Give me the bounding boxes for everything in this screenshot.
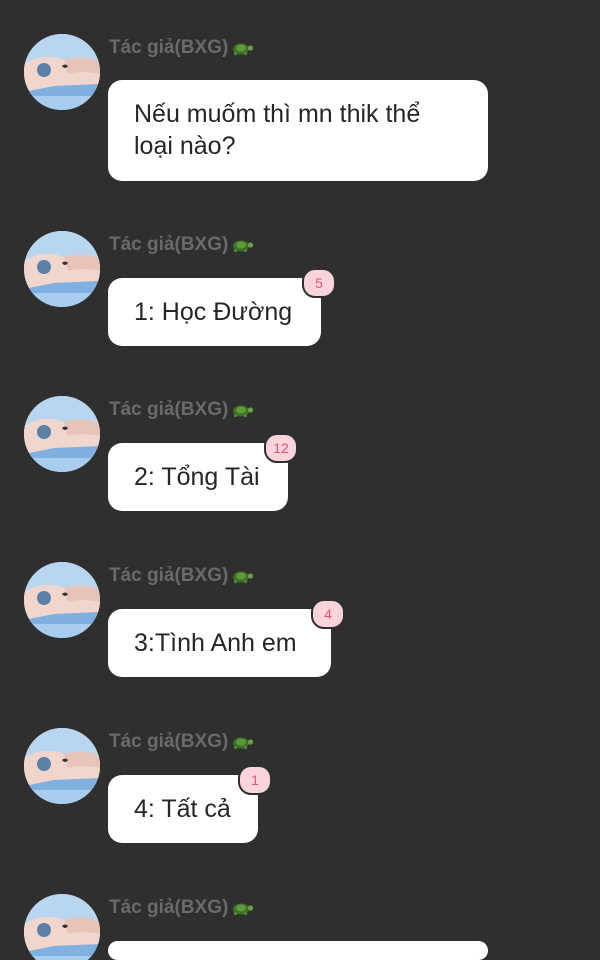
message-text: 4: Tất cả <box>134 795 231 823</box>
turtle-icon <box>233 405 254 417</box>
turtle-icon <box>233 571 254 583</box>
message-text: 3:Tình Anh em <box>134 629 297 657</box>
sender-name-text: Tác giả(BXG) <box>109 399 229 420</box>
avatar-image <box>24 231 100 307</box>
reaction-count-badge[interactable]: 5 <box>302 268 336 298</box>
sender-name-text: Tác giả(BXG) <box>109 37 229 58</box>
reaction-count-badge[interactable]: 12 <box>264 433 298 463</box>
avatar[interactable] <box>24 562 100 638</box>
avatar-image <box>24 562 100 638</box>
avatar-image <box>24 728 100 804</box>
message-bubble[interactable]: 3:Tình Anh em <box>108 609 331 677</box>
sender-name: Tác giả(BXG) <box>109 565 254 587</box>
message-bubble[interactable]: Nếu muốm thì mn thik thể loại nào? <box>108 80 488 181</box>
sender-name: Tác giả(BXG) <box>109 897 254 919</box>
message-text-line1: Nếu muốm thì mn thik thể <box>134 100 421 128</box>
sender-name: Tác giả(BXG) <box>109 399 254 421</box>
avatar[interactable] <box>24 396 100 472</box>
sender-name: Tác giả(BXG) <box>109 37 254 59</box>
chat-screen: Tác giả(BXG) Nếu muốm thì mn thik thể lo… <box>0 0 600 960</box>
message-text-line2: loại nào? <box>134 132 236 160</box>
message-bubble[interactable]: 1: Học Đường <box>108 278 321 346</box>
avatar[interactable] <box>24 231 100 307</box>
reaction-count-badge[interactable]: 1 <box>238 765 272 795</box>
avatar-image <box>24 34 100 110</box>
avatar-image <box>24 894 100 960</box>
sender-name: Tác giả(BXG) <box>109 234 254 256</box>
avatar-image <box>24 396 100 472</box>
message-bubble[interactable]: 2: Tổng Tài <box>108 443 288 511</box>
turtle-icon <box>233 43 254 55</box>
message-text: 2: Tổng Tài <box>134 463 260 491</box>
sender-name-text: Tác giả(BXG) <box>109 565 229 586</box>
message-bubble[interactable] <box>108 941 488 960</box>
turtle-icon <box>233 903 254 915</box>
avatar[interactable] <box>24 728 100 804</box>
message-bubble[interactable]: 4: Tất cả <box>108 775 258 843</box>
sender-name: Tác giả(BXG) <box>109 731 254 753</box>
sender-name-text: Tác giả(BXG) <box>109 731 229 752</box>
turtle-icon <box>233 240 254 252</box>
sender-name-text: Tác giả(BXG) <box>109 897 229 918</box>
message-text: 1: Học Đường <box>134 298 293 326</box>
sender-name-text: Tác giả(BXG) <box>109 234 229 255</box>
avatar[interactable] <box>24 34 100 110</box>
avatar[interactable] <box>24 894 100 960</box>
turtle-icon <box>233 737 254 749</box>
reaction-count-badge[interactable]: 4 <box>311 599 345 629</box>
